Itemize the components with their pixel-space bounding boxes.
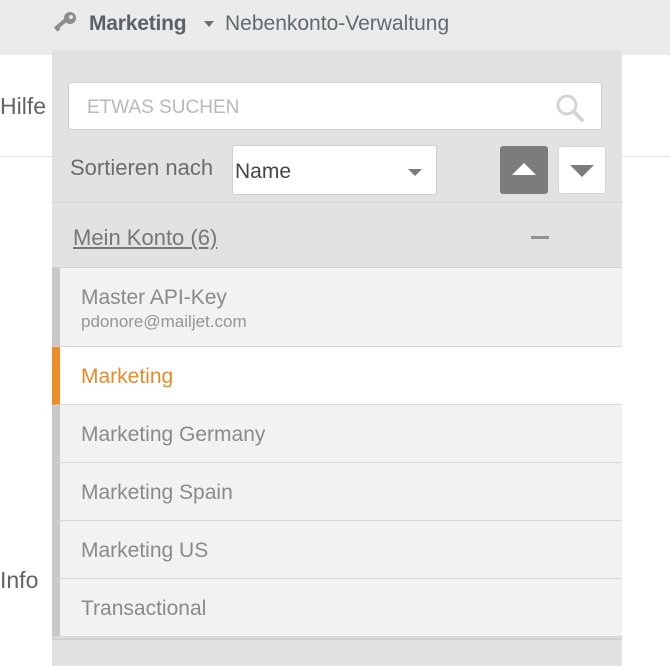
sort-selected-value: Name [235,160,292,183]
sort-descending-button[interactable] [558,146,606,194]
top-bar: Marketing Nebenkonto-Verwaltung [0,0,670,55]
current-account-name[interactable]: Marketing [89,12,187,36]
sort-ascending-button[interactable] [500,146,548,194]
sort-label: Sortieren nach [70,155,214,180]
search-input[interactable] [87,97,527,119]
background-help-link[interactable]: Hilfe [0,93,46,120]
section-title[interactable]: Mein Konto (6) [73,225,217,251]
account-dropdown-caret-icon[interactable] [204,21,214,27]
chevron-down-icon [408,169,422,176]
account-list: Master API-Key pdonore@mailjet.com Marke… [52,268,622,637]
list-item[interactable]: Marketing Spain [52,463,622,521]
background-info-link[interactable]: Info [0,567,38,594]
triangle-down-icon [570,165,594,177]
list-item[interactable]: Master API-Key pdonore@mailjet.com [52,268,622,347]
minus-icon[interactable] [531,236,549,239]
account-label: Marketing Germany [81,423,266,446]
account-label: Transactional [81,597,207,620]
next-section-header[interactable] [52,638,622,666]
search-icon[interactable] [555,93,585,123]
triangle-up-icon [512,163,536,175]
section-header-my-account[interactable]: Mein Konto (6) [52,202,622,268]
account-label: Master API-Key [81,286,227,309]
account-label: Marketing Spain [81,481,233,504]
search-box[interactable] [68,82,602,130]
list-item[interactable]: Transactional [52,579,622,637]
account-label: Marketing US [81,539,209,562]
sort-select[interactable]: Name [232,145,437,195]
list-item[interactable]: Marketing Germany [52,405,622,463]
list-item[interactable]: Marketing [52,347,622,405]
subaccount-management-link[interactable]: Nebenkonto-Verwaltung [225,12,449,36]
key-icon [54,12,76,32]
account-email: pdonore@mailjet.com [81,312,247,331]
list-item[interactable]: Marketing US [52,521,622,579]
account-label: Marketing [81,365,174,388]
account-switcher-panel: Sortieren nach Name Mein Konto (6) Maste… [52,50,622,666]
